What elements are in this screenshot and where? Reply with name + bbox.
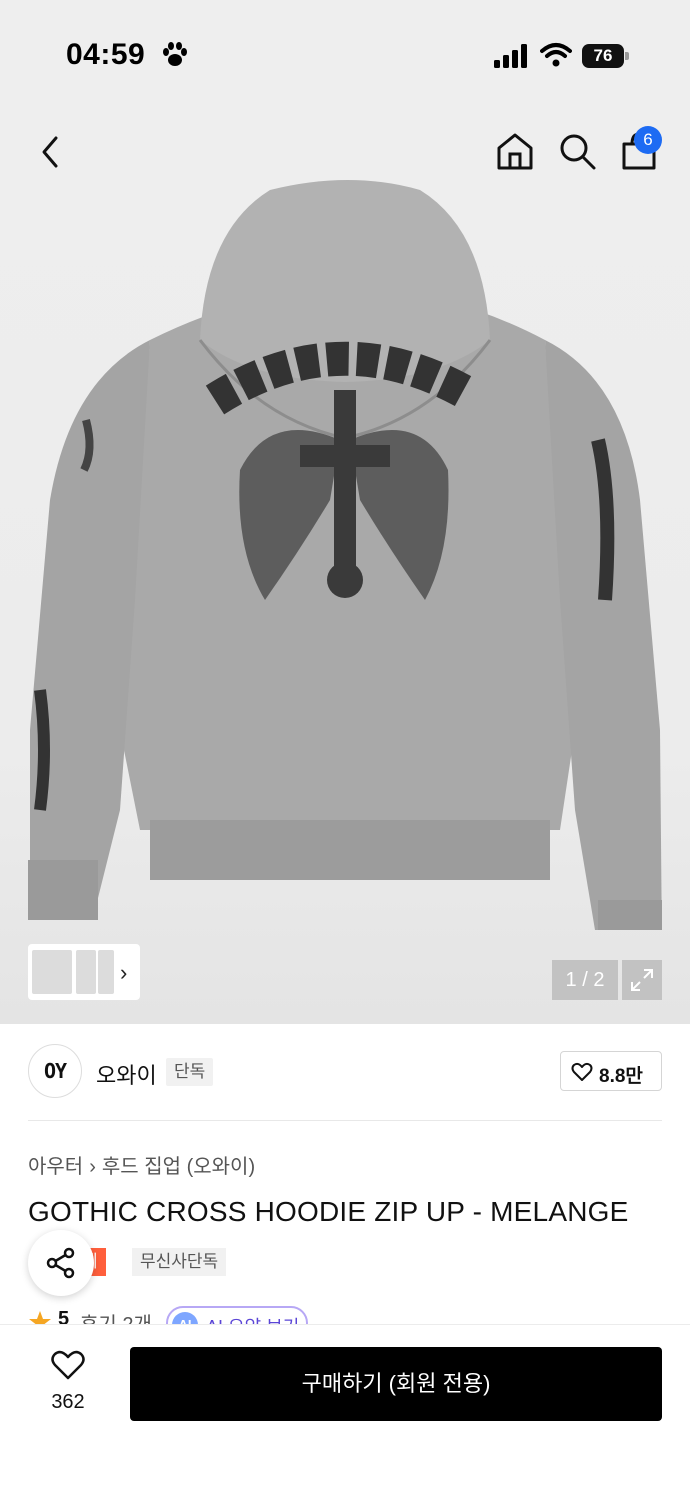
cart-count-badge: 6	[634, 126, 662, 154]
thumbnail-strip[interactable]: ›	[28, 944, 140, 1000]
thumbnail-image[interactable]	[98, 950, 114, 994]
heart-icon	[51, 1350, 85, 1380]
buy-button[interactable]: 구매하기 (회원 전용)	[130, 1347, 662, 1421]
share-button[interactable]	[28, 1230, 94, 1296]
bottom-action-bar: 362 구매하기 (회원 전용)	[0, 1324, 690, 1500]
brand-exclusive-tag: 단독	[166, 1058, 214, 1086]
expand-icon[interactable]	[622, 960, 662, 1000]
product-title: GOTHIC CROSS HOODIE ZIP UP - MELANGE	[28, 1196, 629, 1227]
battery-level: 76	[593, 46, 613, 65]
thumbnail-image[interactable]	[32, 950, 72, 994]
status-bar: 04:59 76	[0, 0, 690, 100]
search-icon[interactable]	[556, 130, 598, 172]
heart-icon	[571, 1062, 593, 1081]
wishlist-button[interactable]: 362	[30, 1349, 106, 1419]
paw-icon	[163, 42, 187, 66]
product-image	[28, 180, 662, 930]
ai-summary-button[interactable]: AI AI 요약 보기	[166, 1306, 308, 1326]
review-summary[interactable]: 5 후기 2개 AI AI 요약 보기	[28, 1306, 428, 1326]
product-image-gallery[interactable]	[0, 100, 690, 1024]
divider	[28, 1120, 662, 1121]
share-icon	[46, 1247, 75, 1279]
exclusive-tag: 무신사단독	[132, 1248, 227, 1276]
brand-like-button[interactable]: 8.8만	[560, 1051, 662, 1091]
top-navigation	[0, 100, 690, 200]
status-time: 04:59	[66, 38, 146, 71]
home-icon[interactable]	[494, 130, 536, 172]
image-counter: 1 / 2	[552, 960, 618, 1000]
brand-logo[interactable]: OY	[28, 1044, 82, 1098]
category-main[interactable]: 아우터	[28, 1156, 83, 1178]
chevron-right-icon[interactable]: ›	[120, 960, 127, 986]
brand-name[interactable]: 오와이	[96, 1058, 157, 1090]
wishlist-count: 362	[51, 1391, 85, 1413]
back-icon[interactable]	[30, 130, 70, 174]
wifi-icon	[540, 43, 572, 67]
thumbnail-image[interactable]	[76, 950, 96, 994]
breadcrumb: 아우터 › 후드 집업 (오와이)	[28, 1150, 255, 1179]
signal-icon	[494, 44, 527, 68]
chevron-right-icon: ›	[89, 1156, 96, 1178]
brand-like-count: 8.8만	[599, 1066, 643, 1087]
battery-icon: 76	[582, 44, 630, 68]
category-sub[interactable]: 후드 집업 (오와이)	[102, 1156, 255, 1178]
